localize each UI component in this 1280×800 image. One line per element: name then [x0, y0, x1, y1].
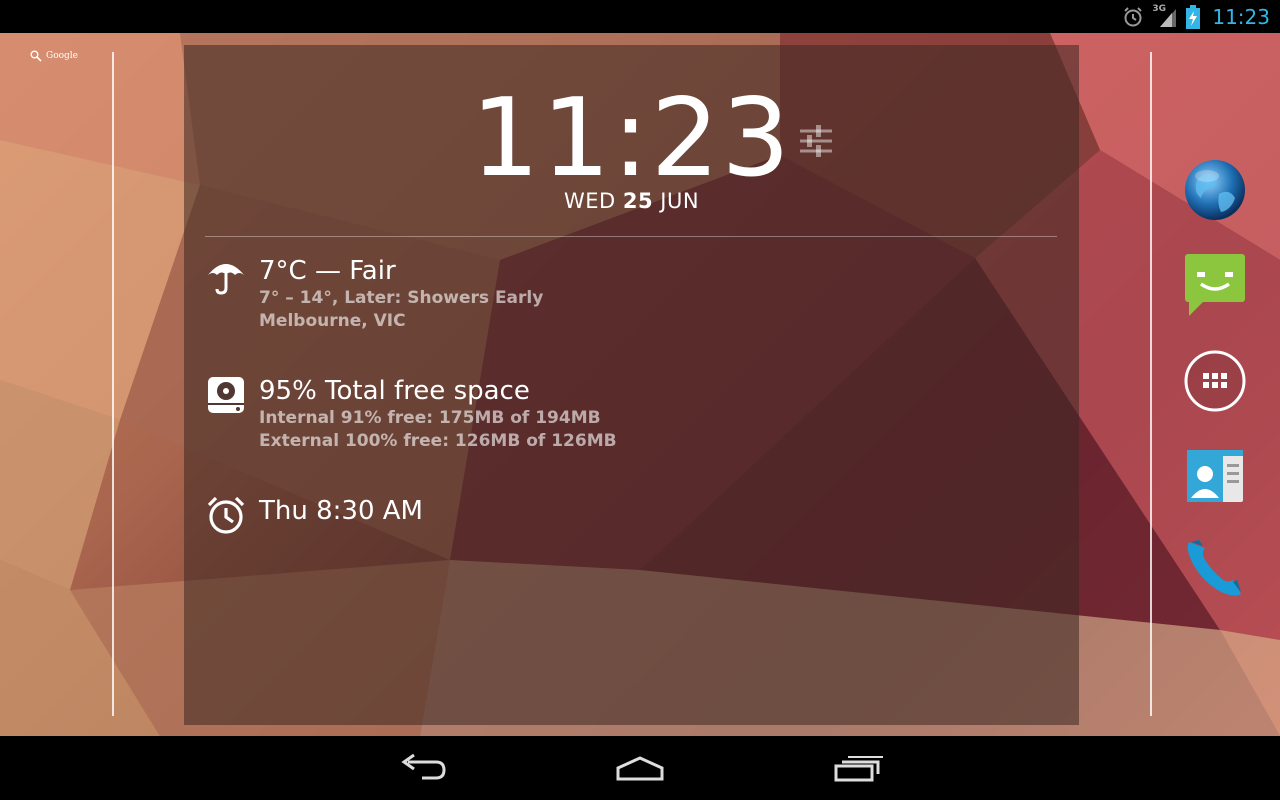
date-month: JUN [660, 189, 700, 213]
widget-divider [205, 236, 1057, 237]
signal-icon [1160, 8, 1177, 27]
alarm-clock-icon [207, 496, 245, 534]
google-search-widget[interactable]: Google [30, 50, 78, 62]
storage-title: 95% Total free space [259, 376, 530, 406]
google-search-label: Google [46, 51, 78, 61]
clock-separator: : [612, 76, 651, 201]
browser-globe-icon[interactable] [1183, 158, 1247, 222]
messaging-icon[interactable] [1183, 252, 1247, 316]
alarm-icon [1124, 6, 1143, 26]
recent-apps-icon[interactable] [828, 746, 888, 790]
status-time: 11:23 [1212, 4, 1270, 29]
alarm-title: Thu 8:30 AM [259, 496, 423, 526]
clock-time[interactable]: 11:23 [184, 85, 1079, 193]
storage-row[interactable]: 95% Total free space Internal 91% free: … [206, 375, 617, 453]
settings-sliders-icon[interactable] [798, 123, 834, 159]
search-icon [30, 50, 42, 62]
navigation-bar [0, 736, 1280, 800]
umbrella-icon [208, 264, 244, 295]
battery-charging-icon [1186, 4, 1201, 29]
clock-minutes: 23 [650, 76, 793, 201]
date-day: 25 [622, 189, 654, 213]
home-icon[interactable] [610, 746, 670, 790]
clock-date[interactable]: WED 25 JUN [184, 189, 1079, 213]
clock-hours: 11 [470, 76, 613, 201]
weather-title: 7°C — Fair [259, 256, 396, 286]
phone-icon[interactable] [1183, 536, 1247, 600]
left-panel-divider [112, 52, 114, 716]
status-bar: 3G 11:23 [0, 0, 1280, 33]
date-weekday: WED [563, 189, 616, 213]
hard-drive-icon [208, 377, 244, 413]
weather-location: Melbourne, VIC [259, 311, 406, 331]
storage-external: External 100% free: 126MB of 126MB [259, 431, 617, 451]
signal-indicator: 3G [1152, 4, 1178, 29]
weather-row[interactable]: 7°C — Fair 7° – 14°, Later: Showers Earl… [206, 255, 543, 333]
weather-forecast: 7° – 14°, Later: Showers Early [259, 288, 544, 308]
alarm-row[interactable]: Thu 8:30 AM [206, 495, 423, 535]
app-drawer-icon[interactable] [1183, 349, 1247, 413]
right-panel-divider [1150, 52, 1152, 716]
clock-widget[interactable]: 11:23 WED 25 JUN 7°C — Fair 7° – 14°, La… [184, 45, 1079, 725]
back-icon[interactable] [394, 746, 454, 790]
status-icons: 3G 11:23 [1122, 0, 1270, 33]
storage-internal: Internal 91% free: 175MB of 194MB [259, 408, 601, 428]
contacts-icon[interactable] [1183, 444, 1247, 508]
